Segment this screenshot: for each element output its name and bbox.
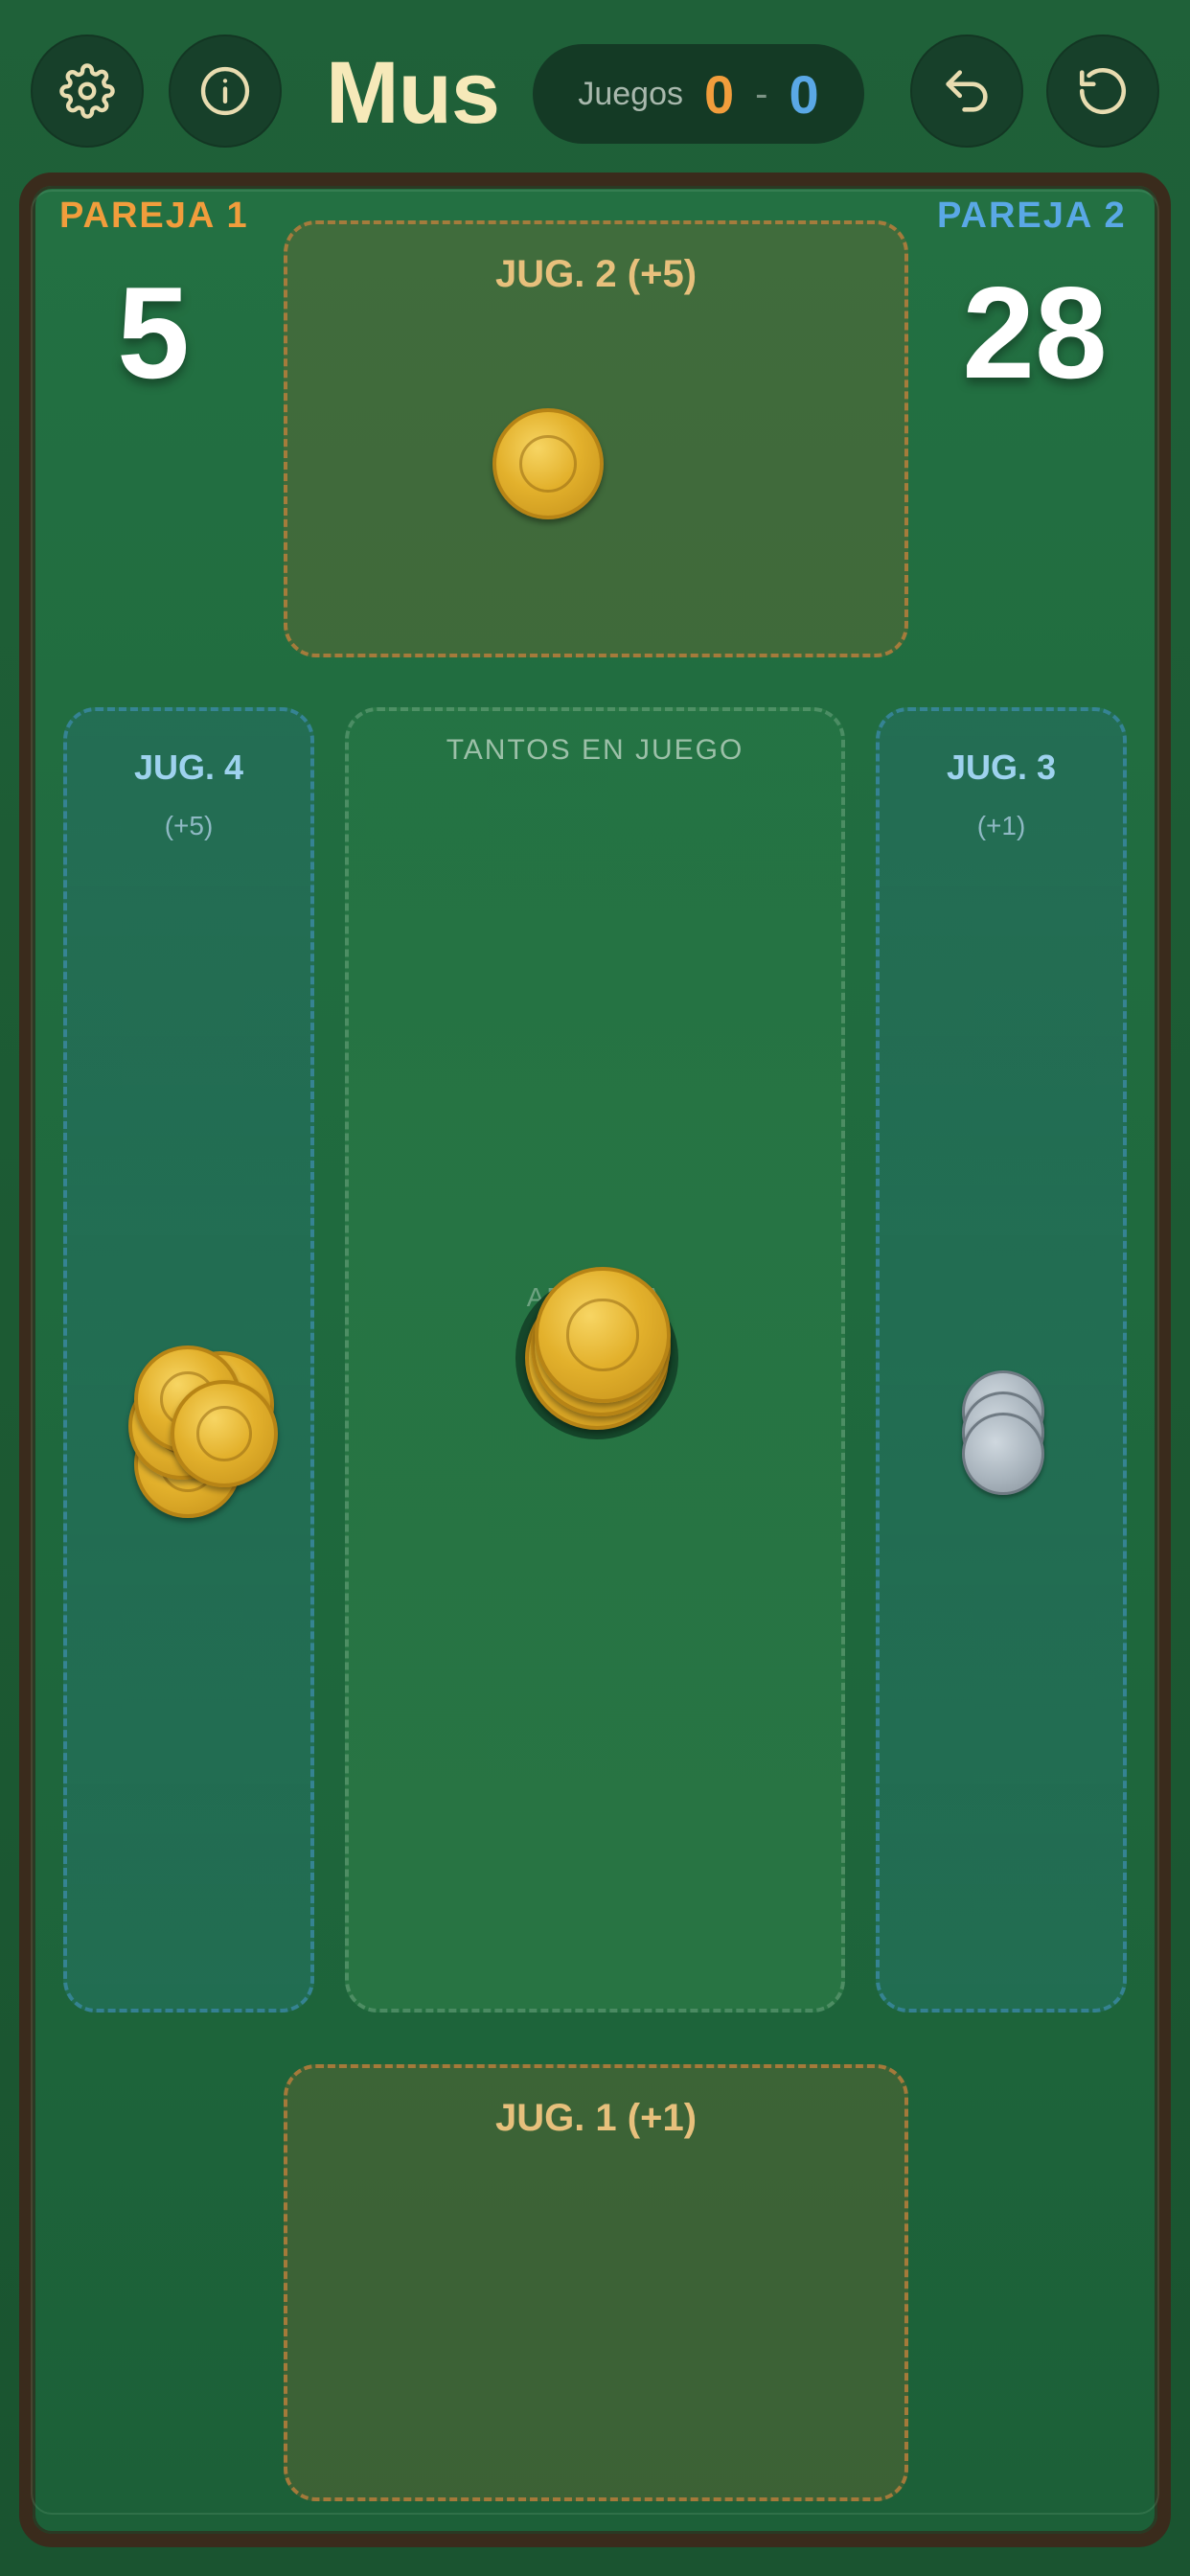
mus-score-screen: Mus Juegos 0 - 0 PAREJA 1 5 PAREJA 2 28 … xyxy=(0,0,1190,2576)
undo-button[interactable] xyxy=(910,34,1023,148)
silver-chip[interactable] xyxy=(962,1413,1044,1495)
pot-label: TANTOS EN JUEGO xyxy=(446,734,744,766)
player-right-bonus: (+1) xyxy=(976,811,1026,840)
gold-chip[interactable] xyxy=(171,1380,278,1487)
undo-arrow-icon xyxy=(946,70,988,112)
games-team2: 0 xyxy=(789,63,819,125)
games-score: Juegos 0 - 0 xyxy=(533,44,864,144)
player-left-label: JUG. 4 xyxy=(133,748,244,787)
team2-score: 28 xyxy=(962,260,1108,405)
info-icon xyxy=(200,66,250,116)
games-label: Juegos xyxy=(578,75,683,112)
player-zone-left[interactable]: JUG. 4 (+5) xyxy=(63,707,314,2012)
gold-chip[interactable] xyxy=(492,408,604,519)
games-team1: 0 xyxy=(704,63,735,125)
games-separator: - xyxy=(755,72,768,115)
player-top-label: JUG. 2 (+5) xyxy=(494,253,698,295)
info-button[interactable] xyxy=(169,34,282,148)
gold-chip[interactable] xyxy=(535,1267,671,1403)
player-zone-right[interactable]: JUG. 3 (+1) xyxy=(876,707,1127,2012)
reset-button[interactable] xyxy=(1046,34,1159,148)
team2-label: PAREJA 2 xyxy=(937,196,1127,236)
settings-button[interactable] xyxy=(31,34,144,148)
player-right-label: JUG. 3 xyxy=(946,748,1057,787)
team1-score: 5 xyxy=(117,260,190,405)
player-left-bonus: (+5) xyxy=(164,811,214,840)
pot-zone[interactable]: TANTOS EN JUEGO APUESTA xyxy=(345,707,845,2012)
gear-icon xyxy=(59,63,115,119)
player-zone-bottom[interactable]: JUG. 1 (+1) xyxy=(284,2064,908,2501)
team1-label: PAREJA 1 xyxy=(59,196,249,236)
app-title: Mus xyxy=(326,44,500,142)
player-zone-top[interactable]: JUG. 2 (+5) xyxy=(284,220,908,657)
reset-icon xyxy=(1079,67,1127,115)
player-bottom-label: JUG. 1 (+1) xyxy=(494,2097,698,2139)
